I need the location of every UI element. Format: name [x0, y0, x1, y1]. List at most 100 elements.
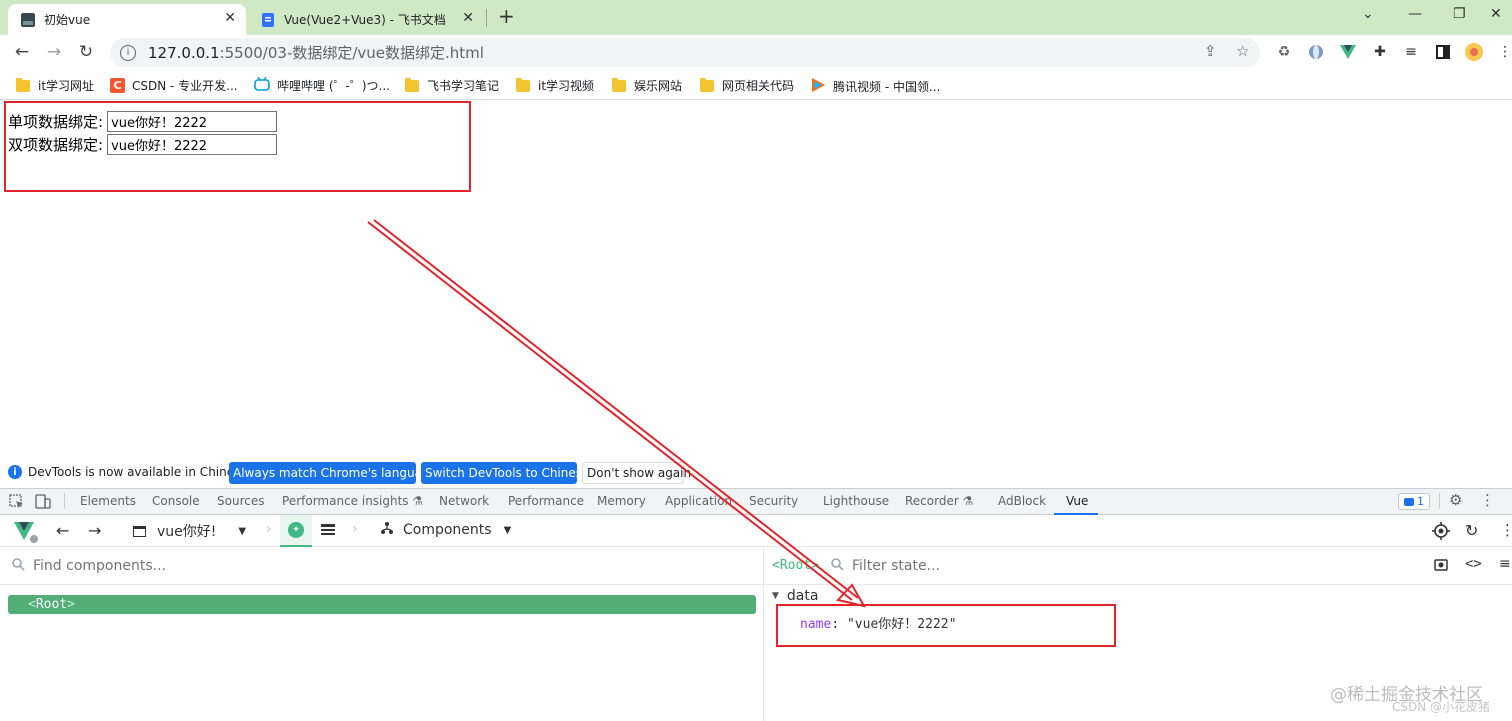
- devtools-language-infobar: i DevTools is now available in Chinese! …: [0, 459, 1512, 488]
- tab-elements[interactable]: Elements: [80, 494, 136, 508]
- components-dropdown[interactable]: Components ▼: [380, 521, 511, 539]
- close-window-icon[interactable]: ✕: [1490, 6, 1502, 22]
- caret-down-icon: ▼: [238, 525, 247, 537]
- tab-application[interactable]: Application: [665, 494, 732, 508]
- timeline-icon[interactable]: [320, 523, 336, 540]
- tab-divider: [486, 9, 487, 27]
- recycle-extension-icon[interactable]: ♻: [1275, 43, 1293, 61]
- reload-icon[interactable]: ↻: [74, 40, 98, 64]
- bookmark-item[interactable]: C CSDN - 专业开发...: [110, 77, 238, 94]
- compass-inspector-tab[interactable]: ✦: [280, 515, 312, 547]
- selected-component-breadcrumb[interactable]: <Root>: [772, 558, 819, 573]
- share-icon[interactable]: ⇪: [1204, 42, 1217, 60]
- dont-show-again-button[interactable]: Don't show again: [582, 462, 691, 484]
- compass-icon: ✦: [288, 522, 304, 538]
- tab-performance[interactable]: Performance: [508, 494, 584, 508]
- forward-arrow-icon[interactable]: →: [42, 40, 66, 64]
- back-arrow-icon[interactable]: ←: [10, 40, 34, 64]
- settings-gear-icon[interactable]: ⚙: [1449, 491, 1462, 509]
- folder-icon: [16, 77, 30, 92]
- tab-adblock[interactable]: AdBlock: [998, 494, 1046, 508]
- tab-active[interactable]: 初始vue ✕: [8, 4, 246, 35]
- find-components-bar: [0, 547, 763, 585]
- folder-icon: [700, 77, 714, 92]
- device-toolbar-icon[interactable]: [35, 494, 51, 512]
- filter-state-input[interactable]: [851, 557, 1392, 574]
- restore-icon[interactable]: ❐: [1453, 6, 1466, 22]
- toolbar-divider: [1439, 493, 1440, 509]
- tab-sources[interactable]: Sources: [217, 494, 264, 508]
- component-tree-icon: [380, 521, 394, 539]
- bookmark-item[interactable]: 娱乐网站: [612, 77, 682, 94]
- csdn-icon: C: [110, 78, 125, 93]
- code-icon[interactable]: <>: [1465, 556, 1482, 572]
- tab-memory[interactable]: Memory: [597, 494, 646, 508]
- page-favicon-icon: [20, 12, 36, 28]
- bookmarks-bar: it学习网址 C CSDN - 专业开发... 哔哩哔哩 (゜-゜)つ... 飞…: [0, 70, 1512, 100]
- info-icon: i: [8, 465, 22, 479]
- chevron-right-icon: ›: [352, 521, 358, 537]
- address-bar[interactable]: i 127.0.0.1:5500/03-数据绑定/vue数据绑定.html: [110, 38, 1260, 67]
- bookmark-star-icon[interactable]: ☆: [1236, 42, 1249, 60]
- vue-forward-arrow-icon[interactable]: →: [88, 521, 101, 540]
- vue-menu-kebab-icon[interactable]: ⋮: [1500, 521, 1512, 539]
- url-text: 127.0.0.1:5500/03-数据绑定/vue数据绑定.html: [148, 44, 484, 62]
- app-window-icon: [133, 525, 146, 537]
- new-tab-button[interactable]: +: [498, 4, 515, 28]
- reading-list-icon[interactable]: ≡: [1402, 43, 1420, 61]
- minimize-icon[interactable]: —: [1408, 6, 1422, 22]
- browser-tab-bar: 初始vue ✕ Vue(Vue2+Vue3) - 飞书文档 ✕ + ⌄ — ❐ …: [0, 0, 1512, 35]
- bookmark-item[interactable]: 腾讯视频 - 中国领...: [810, 77, 940, 96]
- watermark-csdn: CSDN @小花皮猪: [1392, 700, 1491, 714]
- wrap-lines-icon[interactable]: ≡: [1499, 556, 1511, 572]
- inspect-element-icon[interactable]: [9, 494, 24, 512]
- close-tab-icon[interactable]: ✕: [462, 10, 474, 26]
- search-icon: [12, 557, 25, 574]
- tencent-video-icon: [810, 77, 826, 96]
- tab-performance-insights[interactable]: Performance insights ⚗: [282, 494, 423, 508]
- profile-avatar[interactable]: [1465, 43, 1483, 61]
- folder-icon: [405, 77, 419, 92]
- folder-icon: [612, 77, 626, 92]
- bookmark-item[interactable]: it学习视频: [516, 77, 594, 94]
- tab-vue[interactable]: Vue: [1066, 494, 1088, 508]
- vue-devtools-extension-icon[interactable]: [1339, 43, 1357, 61]
- tab-feishu[interactable]: Vue(Vue2+Vue3) - 飞书文档 ✕: [248, 4, 484, 35]
- screenshot-icon[interactable]: [1434, 558, 1448, 575]
- tab-console[interactable]: Console: [152, 494, 200, 508]
- app-selector[interactable]: vue你好! ▼: [133, 521, 246, 541]
- tree-node-root[interactable]: < Root >: [8, 595, 756, 614]
- annotation-box-state-value: [776, 604, 1116, 647]
- menu-kebab-icon[interactable]: ⋮: [1496, 43, 1512, 61]
- extension-sphere-icon[interactable]: [1307, 43, 1325, 61]
- find-components-input[interactable]: [33, 557, 733, 574]
- always-match-language-button[interactable]: Always match Chrome's language: [229, 462, 437, 484]
- tab-recorder[interactable]: Recorder ⚗: [905, 494, 973, 508]
- close-tab-icon[interactable]: ✕: [224, 10, 236, 26]
- puzzle-extensions-icon[interactable]: ✚: [1371, 43, 1389, 61]
- tab-network[interactable]: Network: [439, 494, 489, 508]
- vue-back-arrow-icon[interactable]: ←: [56, 521, 69, 540]
- tab-lighthouse[interactable]: Lighthouse: [823, 494, 889, 508]
- switch-to-chinese-button[interactable]: Switch DevTools to Chinese: [421, 462, 589, 484]
- issues-badge[interactable]: 1: [1398, 493, 1430, 510]
- caret-down-icon: ▼: [772, 591, 779, 601]
- bookmark-item[interactable]: 哔哩哔哩 (゜-゜)つ...: [254, 76, 390, 94]
- target-select-icon[interactable]: [1432, 522, 1450, 543]
- vue-logo-icon: [14, 521, 38, 546]
- bookmark-item[interactable]: 飞书学习笔记: [405, 77, 499, 94]
- bookmark-item[interactable]: it学习网址: [16, 77, 94, 94]
- tab-security[interactable]: Security: [749, 494, 798, 508]
- refresh-icon[interactable]: ↻: [1465, 521, 1478, 540]
- side-panel-icon[interactable]: [1434, 43, 1452, 61]
- site-info-icon[interactable]: i: [120, 44, 136, 61]
- filter-state-bar: <Root> <> ≡: [764, 547, 1512, 585]
- devtools-menu-kebab-icon[interactable]: ⋮: [1480, 491, 1495, 509]
- data-section-header[interactable]: ▼ data: [772, 588, 818, 604]
- bookmark-item[interactable]: 网页相关代码: [700, 77, 794, 94]
- issues-chat-icon: [1404, 497, 1414, 506]
- flask-icon: ⚗: [962, 494, 974, 508]
- browser-toolbar: ← → ↻ i 127.0.0.1:5500/03-数据绑定/vue数据绑定.h…: [0, 35, 1512, 70]
- folder-icon: [516, 77, 530, 92]
- tab-search-chevron-icon[interactable]: ⌄: [1362, 6, 1374, 22]
